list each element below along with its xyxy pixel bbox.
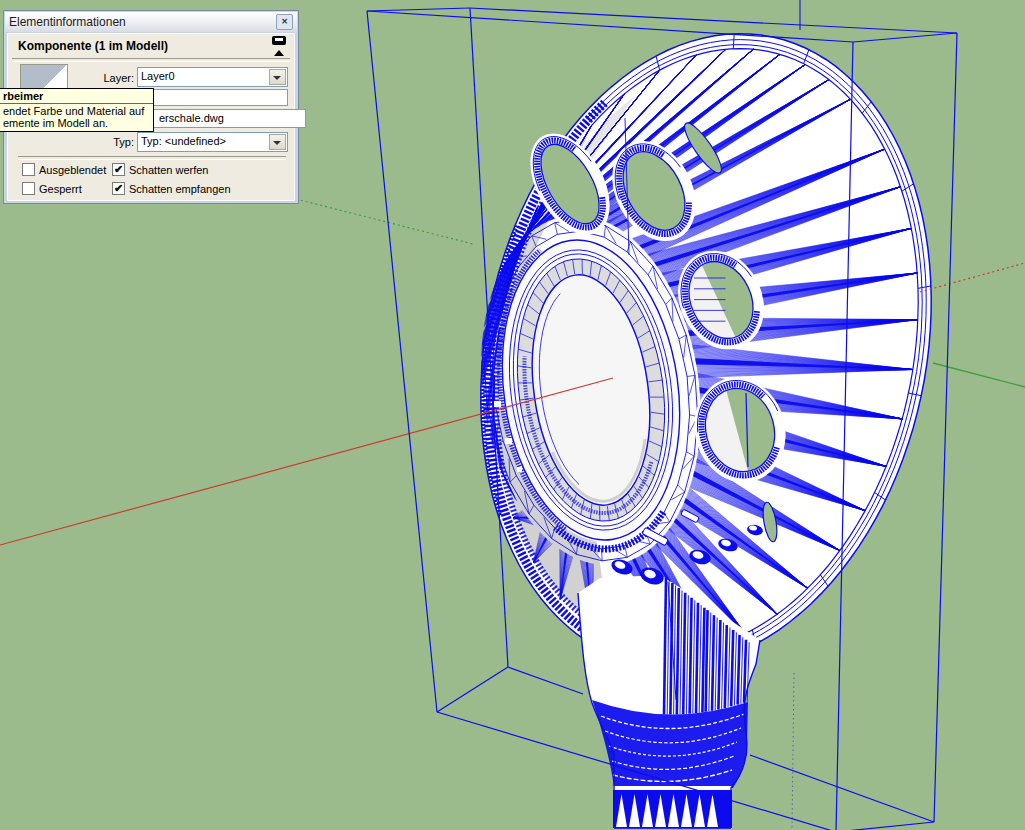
typ-dropdown[interactable]: Typ: <undefined> [137, 132, 288, 152]
checkbox-gesperrt[interactable] [22, 182, 35, 195]
close-icon[interactable]: ✕ [276, 14, 293, 30]
chevron-down-icon[interactable] [269, 69, 286, 85]
rollup-icon[interactable] [272, 36, 288, 54]
definition-field[interactable]: erschale.dwg [137, 109, 306, 128]
component-header: Komponente (1 im Modell) [18, 39, 168, 53]
layer-label: Layer: [48, 72, 134, 84]
dialog-title: Elementinformationen [9, 15, 276, 29]
layer-dropdown[interactable]: Layer0 [137, 67, 288, 87]
separator [18, 156, 286, 160]
checkbox-label: Schatten empfangen [129, 183, 231, 195]
tooltip-line: emente im Modell an. [3, 117, 108, 129]
checkbox-label: Schatten werfen [129, 164, 209, 176]
checkbox-ausgeblendet[interactable] [22, 163, 35, 176]
separator [12, 58, 290, 62]
checkbox-label: Ausgeblendet [39, 164, 106, 176]
dialog-titlebar[interactable]: Elementinformationen ✕ [5, 12, 297, 32]
tooltip-title: rbeimer [3, 90, 43, 102]
name-field[interactable] [137, 89, 288, 106]
typ-label: Typ: [68, 136, 134, 148]
checkbox-schatten-werfen[interactable]: ✔ [112, 163, 125, 176]
tooltip-separator [0, 103, 153, 104]
checkbox-label: Gesperrt [39, 183, 82, 195]
checkbox-schatten-empfangen[interactable]: ✔ [112, 182, 125, 195]
tooltip-line: endet Farbe und Material auf [3, 105, 144, 117]
tooltip: rbeimer endet Farbe und Material auf eme… [0, 88, 154, 132]
chevron-down-icon[interactable] [269, 134, 286, 150]
